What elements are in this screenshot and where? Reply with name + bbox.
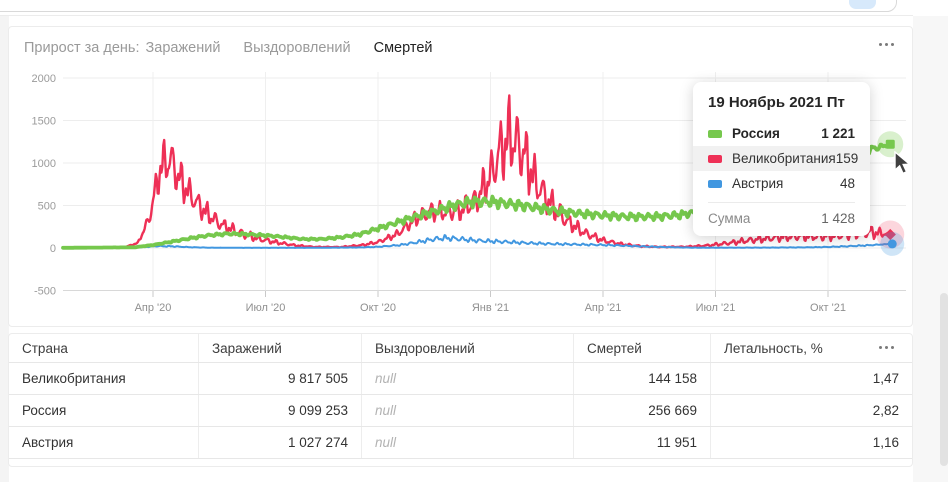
table-row[interactable]: Великобритания9 817 505null144 1581,47 (9, 363, 912, 395)
series-swatch-icon (708, 130, 722, 138)
tooltip-series-name: Австрия (732, 176, 840, 191)
tooltip-date: 19 Ноябрь 2021 Пт (708, 94, 855, 111)
cell-value: 144 158 (573, 363, 710, 394)
cell-value: 1 027 274 (198, 427, 361, 458)
column-header: Выздоровлений (361, 334, 573, 362)
column-header: Смертей (573, 334, 710, 362)
x-axis-tick-label: Янв '21 (472, 302, 509, 314)
x-axis-tick-label: Окт '20 (360, 302, 396, 314)
table-row[interactable]: Россия9 099 253null256 6692,82 (9, 395, 912, 427)
chart-tooltip: 19 Ноябрь 2021 Пт Россия1 221Великобрита… (693, 82, 870, 236)
table-more-menu-icon[interactable] (877, 346, 896, 349)
tooltip-sum-row: Сумма 1 428 (708, 202, 855, 226)
tooltip-row: Австрия48 (708, 171, 855, 196)
y-axis-tick-label: 500 (38, 201, 56, 213)
cell-value: null (361, 427, 573, 458)
tooltip-series-value: 159 (836, 151, 859, 166)
search-input[interactable] (0, 0, 897, 12)
y-axis-tick-label: 1000 (32, 158, 56, 170)
column-header: Страна (9, 334, 198, 362)
tooltip-row: Великобритания159 (693, 146, 870, 171)
cell-value: 9 817 505 (198, 363, 361, 394)
countries-table: СтранаЗараженийВыздоровленийСмертейЛетал… (9, 334, 912, 459)
cell-country: Россия (9, 395, 198, 426)
tooltip-sum-label: Сумма (708, 211, 821, 226)
search-input-button[interactable] (849, 0, 876, 9)
column-header: Заражений (198, 334, 361, 362)
x-axis-tick-label: Окт '21 (810, 302, 846, 314)
y-axis-tick-label: 2000 (32, 73, 56, 85)
y-axis-tick-label: -500 (34, 286, 56, 298)
y-axis-tick-label: 0 (50, 243, 56, 255)
cell-value: 9 099 253 (198, 395, 361, 426)
divider (0, 15, 913, 16)
tooltip-row: Россия1 221 (708, 121, 855, 146)
tooltip-series-name: Великобритания (732, 151, 836, 166)
end-marker-circle[interactable] (888, 239, 897, 248)
table-header-row: СтранаЗараженийВыздоровленийСмертейЛетал… (9, 334, 912, 363)
series-swatch-icon (708, 180, 722, 188)
y-axis-tick-label: 1500 (32, 116, 56, 128)
cell-value: 11 951 (573, 427, 710, 458)
cell-value: 256 669 (573, 395, 710, 426)
cell-value: 1,16 (710, 427, 912, 458)
cell-value: null (361, 395, 573, 426)
cell-value: null (361, 363, 573, 394)
scrollbar-track[interactable] (940, 293, 948, 466)
cell-country: Великобритания (9, 363, 198, 394)
tooltip-series-value: 48 (840, 176, 855, 191)
series-swatch-icon (708, 155, 722, 163)
table-row[interactable]: Австрия1 027 274null11 9511,16 (9, 427, 912, 459)
cell-country: Австрия (9, 427, 198, 458)
x-axis-tick-label: Июл '20 (246, 302, 286, 314)
cell-value: 1,47 (710, 363, 912, 394)
tooltip-series-value: 1 221 (821, 126, 855, 141)
cell-value: 2,82 (710, 395, 912, 426)
x-axis-tick-label: Апр '20 (135, 302, 172, 314)
tooltip-series-name: Россия (732, 126, 821, 141)
countries-table-card: СтранаЗараженийВыздоровленийСмертейЛетал… (8, 333, 913, 467)
tooltip-sum-value: 1 428 (821, 211, 855, 226)
end-marker-square[interactable] (886, 140, 895, 149)
x-axis-tick-label: Июл '21 (696, 302, 736, 314)
x-axis-tick-label: Апр '21 (585, 302, 622, 314)
